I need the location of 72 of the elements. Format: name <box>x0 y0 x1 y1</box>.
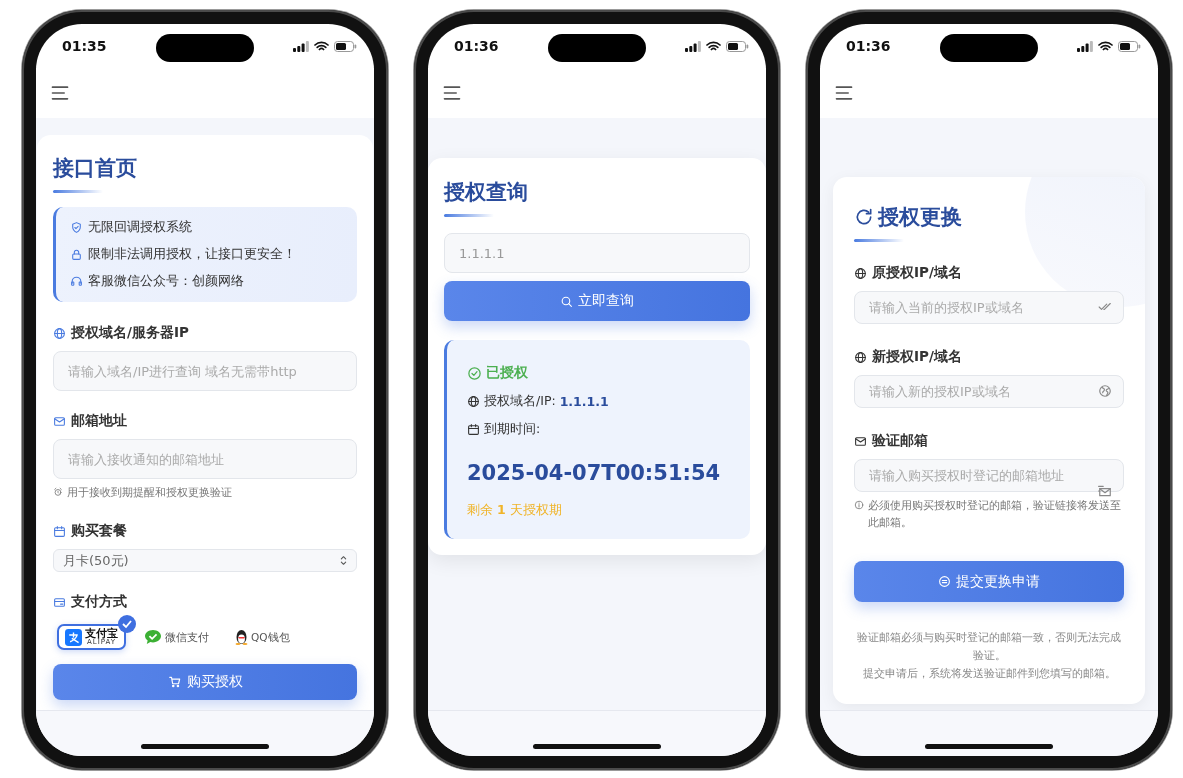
globe-icon <box>1098 384 1112 398</box>
wallet-logo-icon <box>65 628 82 646</box>
mail-icon <box>854 434 867 448</box>
notice-text: 限制非法调用授权，让接口更安全！ <box>88 246 296 263</box>
submit-button[interactable]: 提交更换申请 <box>854 561 1124 602</box>
notice-text: 客服微信公众号：创颜网络 <box>88 273 244 290</box>
headset-icon <box>70 275 83 288</box>
field-label: 验证邮箱 <box>872 432 928 450</box>
lock-icon <box>70 248 83 261</box>
envelope-icon <box>1098 484 1112 498</box>
input-field[interactable]: 请输入接收通知的邮箱地址 <box>53 439 357 479</box>
mail-icon <box>53 414 66 428</box>
calendar-icon <box>53 524 66 538</box>
globe-icon <box>854 266 867 280</box>
refresh-icon <box>854 207 874 227</box>
buy-button[interactable]: 购买授权 <box>53 664 357 700</box>
expiry-date: 2025-04-07T00:51:54 <box>467 461 722 485</box>
input-field[interactable]: 请输入购买授权时登记的邮箱地址 <box>854 459 1124 492</box>
status-time: 01:36 <box>454 38 499 54</box>
field-label: 原授权IP/域名 <box>872 264 962 282</box>
note-text: 提交申请后，系统将发送验证邮件到您填写的邮箱。 <box>861 666 1117 681</box>
note-text: 验证邮箱必须与购买时登记的邮箱一致，否则无法完成验证。 <box>856 630 1122 663</box>
card-icon <box>53 595 66 609</box>
menu-icon[interactable] <box>50 83 70 103</box>
menu-icon[interactable] <box>834 83 854 103</box>
field-label: 授权域名/服务器IP <box>71 324 189 342</box>
signal-icon <box>1077 40 1093 52</box>
wifi-icon <box>314 40 329 52</box>
domain-label: 授权域名/IP: <box>484 393 556 410</box>
query-button[interactable]: 立即查询 <box>444 281 750 321</box>
check-badge-icon <box>118 615 136 633</box>
field-label: 邮箱地址 <box>71 412 127 430</box>
hint-text: 必须使用购买授权时登记的邮箱，验证链接将发送至此邮箱。 <box>868 498 1122 531</box>
page-title: 授权更换 <box>878 204 962 231</box>
wifi-icon <box>1098 40 1113 52</box>
check-circle-icon <box>467 365 482 381</box>
globe-icon <box>854 350 867 364</box>
domain-value: 1.1.1.1 <box>559 394 609 409</box>
battery-icon <box>726 40 749 52</box>
plan-select[interactable]: 月卡(50元) <box>53 549 357 572</box>
alarm-clock-icon <box>53 487 63 497</box>
input-field[interactable]: 请输入新的授权IP或域名 <box>854 375 1124 408</box>
signal-icon <box>293 40 309 52</box>
field-label: 支付方式 <box>71 593 127 611</box>
search-icon <box>560 294 573 308</box>
globe-icon <box>467 395 480 408</box>
field-label: 新授权IP/域名 <box>872 348 962 366</box>
menu-icon[interactable] <box>442 83 462 103</box>
page-title: 授权查询 <box>444 179 529 206</box>
field-label: 购买套餐 <box>71 522 127 540</box>
status-time: 01:36 <box>846 38 891 54</box>
remaining-text: 剩余 1 天授权期 <box>467 502 563 519</box>
status-time: 01:35 <box>62 38 107 54</box>
shield-icon <box>70 221 83 234</box>
notice-text: 无限回调授权系统 <box>88 219 192 236</box>
hint-text: 用于接收到期提醒和授权更换验证 <box>67 485 232 501</box>
input-field[interactable]: 请输入域名/IP进行查询 域名无需带http <box>53 351 357 391</box>
info-icon <box>854 500 864 510</box>
signal-icon <box>685 40 701 52</box>
calendar-icon <box>467 423 480 436</box>
globe-icon <box>53 326 66 340</box>
battery-icon <box>334 40 357 52</box>
input-field[interactable]: 请输入当前的授权IP或域名 <box>854 291 1124 324</box>
penguin-icon <box>235 629 248 645</box>
wifi-icon <box>706 40 721 52</box>
expiry-label: 到期时间: <box>484 421 541 438</box>
status-text: 已授权 <box>486 364 528 382</box>
battery-icon <box>1118 40 1141 52</box>
page-title: 接口首页 <box>53 155 138 182</box>
circle-lines-icon <box>938 575 951 588</box>
cart-icon <box>167 675 182 689</box>
chat-bubble-icon <box>144 629 162 645</box>
